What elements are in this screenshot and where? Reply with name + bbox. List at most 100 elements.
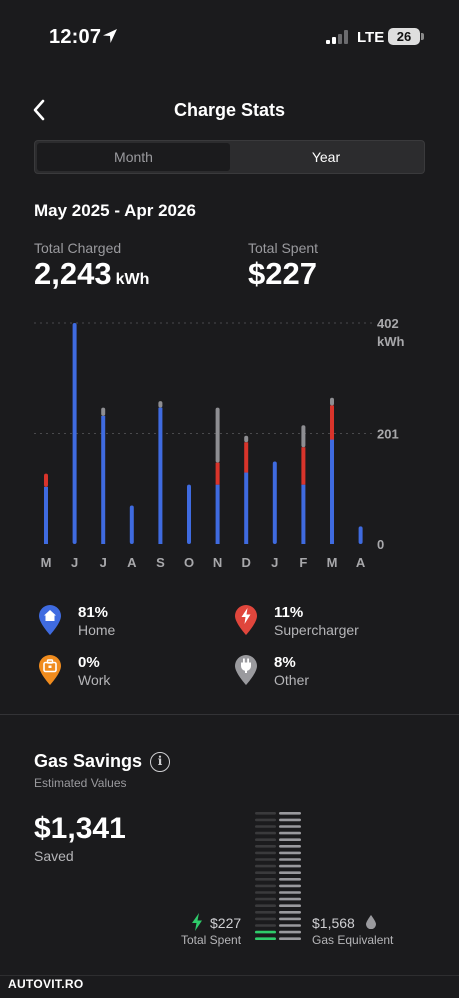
tab-month[interactable]: Month <box>37 143 230 171</box>
gas-ladder-rung <box>279 917 301 921</box>
bar-segment-supercharger <box>215 462 220 485</box>
gas-ladder-rung <box>279 858 301 861</box>
bar-segment-supercharger <box>44 473 48 487</box>
gas-ladder-rung <box>279 891 301 894</box>
gas-ladder-rung <box>279 904 301 907</box>
saved-value: $1,341 <box>34 812 126 845</box>
legend-other-name: Other <box>274 672 310 688</box>
legend-supercharger-pct: 11% <box>274 604 304 621</box>
gas-ladder-rung <box>279 825 301 828</box>
battery-icon: 26 <box>388 28 424 45</box>
gas-ladder-rung <box>279 864 301 868</box>
ladder-rung-track <box>255 891 276 894</box>
bar-segment-home <box>215 484 220 544</box>
ladder-rung-track <box>255 812 276 815</box>
tab-year[interactable]: Year <box>230 143 422 171</box>
bar-segment-other <box>301 425 306 448</box>
legend-supercharger-name: Supercharger <box>274 622 359 638</box>
gas-ladder-rung <box>279 924 301 927</box>
bar-segment-home <box>72 323 77 544</box>
gas-savings-subtitle: Estimated Values <box>34 776 127 790</box>
ladder-rung-track <box>255 917 276 921</box>
ladder-rung-track <box>255 845 276 848</box>
monthly-charge-chart: 402 kWh 201 0 M J J A S O N D J F M A <box>34 316 405 570</box>
network-label: LTE <box>357 29 385 46</box>
ladder-rung-track <box>255 825 276 828</box>
saved-label: Saved <box>34 848 74 864</box>
bar-segment-other <box>330 397 334 406</box>
y-tick-label: 402 <box>377 316 399 331</box>
location-arrow-icon <box>103 29 117 43</box>
gas-equivalent-value: $1,568 <box>312 915 355 931</box>
ladder-rung-track <box>255 864 276 868</box>
bar-segment-home <box>358 526 363 544</box>
gas-savings-title: Gas Savings <box>34 751 143 771</box>
bar-segment-home <box>244 472 249 544</box>
legend-work-name: Work <box>78 672 111 688</box>
ladder-rung-track <box>255 911 276 914</box>
x-tick-label: A <box>127 555 137 570</box>
signal-icon <box>326 30 348 44</box>
gas-ladder-rung <box>279 812 301 815</box>
gas-total-spent-value: $227 <box>210 915 242 931</box>
bar-segment-home <box>330 439 334 544</box>
total-charged-value: 2,243 <box>34 256 112 291</box>
ladder-rung-track <box>255 838 276 841</box>
gas-equivalent-label: Gas Equivalent <box>312 933 394 947</box>
bar-segment-home <box>187 484 191 544</box>
gas-ladder-rung <box>279 911 301 914</box>
legend-home: 81% Home <box>38 604 218 644</box>
x-tick-label: S <box>156 555 165 570</box>
gas-ladder-rung <box>279 897 301 901</box>
gas-ladder-rung <box>279 851 301 855</box>
x-tick-label: N <box>213 555 222 570</box>
ladder-rung-track <box>255 884 276 888</box>
fuel-drop-icon <box>366 915 376 929</box>
home-icon <box>39 605 61 635</box>
bar-segment-home <box>44 486 48 544</box>
y-tick-label: 0 <box>377 537 384 552</box>
x-tick-label: D <box>242 555 251 570</box>
gas-ladder-rung <box>279 878 301 881</box>
gas-ladder-rung <box>279 845 301 848</box>
total-charged-label: Total Charged <box>34 240 122 256</box>
total-charged-value-group: 2,243 kWh <box>34 256 149 292</box>
ladder-rung-track <box>255 924 276 927</box>
y-tick-label: 201 <box>377 427 399 442</box>
ladder-rung-track <box>255 831 276 835</box>
bar-segment-other <box>101 407 106 416</box>
page-title: Charge Stats <box>173 100 286 120</box>
total-spent-value: $227 <box>248 256 317 291</box>
bolt-icon <box>235 605 257 635</box>
info-icon[interactable]: i <box>150 752 170 772</box>
bar-segment-home <box>301 484 306 544</box>
green-bolt-icon <box>192 913 202 931</box>
legend-supercharger: 11% Supercharger <box>234 604 414 644</box>
x-tick-label: J <box>271 555 278 570</box>
legend-work-pct: 0% <box>78 654 100 671</box>
footer-divider <box>0 975 459 976</box>
bar-segment-other <box>244 435 249 443</box>
legend-work: 0% Work <box>38 654 218 694</box>
x-tick-label: A <box>356 555 366 570</box>
legend-home-pct: 81% <box>78 604 109 621</box>
bar-segment-home <box>101 415 106 544</box>
gas-ladder-rung <box>279 884 301 888</box>
bar-segment-home <box>272 461 277 544</box>
bar-segment-home <box>158 407 163 544</box>
bar-segment-supercharger <box>301 447 306 485</box>
gas-ladder-rung <box>279 818 301 822</box>
ladder-rung-track <box>255 897 276 901</box>
ladder-rung-track <box>255 904 276 907</box>
legend-other: 8% Other <box>234 654 414 694</box>
gas-ladder-rung <box>279 838 301 841</box>
ladder-rung-track <box>255 878 276 881</box>
x-tick-label: M <box>41 555 52 570</box>
watermark-logo: AUTOVIT.RO <box>8 977 84 991</box>
bar-segment-supercharger <box>244 442 249 473</box>
ladder-rung-track <box>255 851 276 855</box>
bar-segment-supercharger <box>330 405 334 440</box>
date-range: May 2025 - Apr 2026 <box>34 201 196 220</box>
ladder-rung-track <box>255 818 276 822</box>
legend-other-pct: 8% <box>274 654 296 671</box>
